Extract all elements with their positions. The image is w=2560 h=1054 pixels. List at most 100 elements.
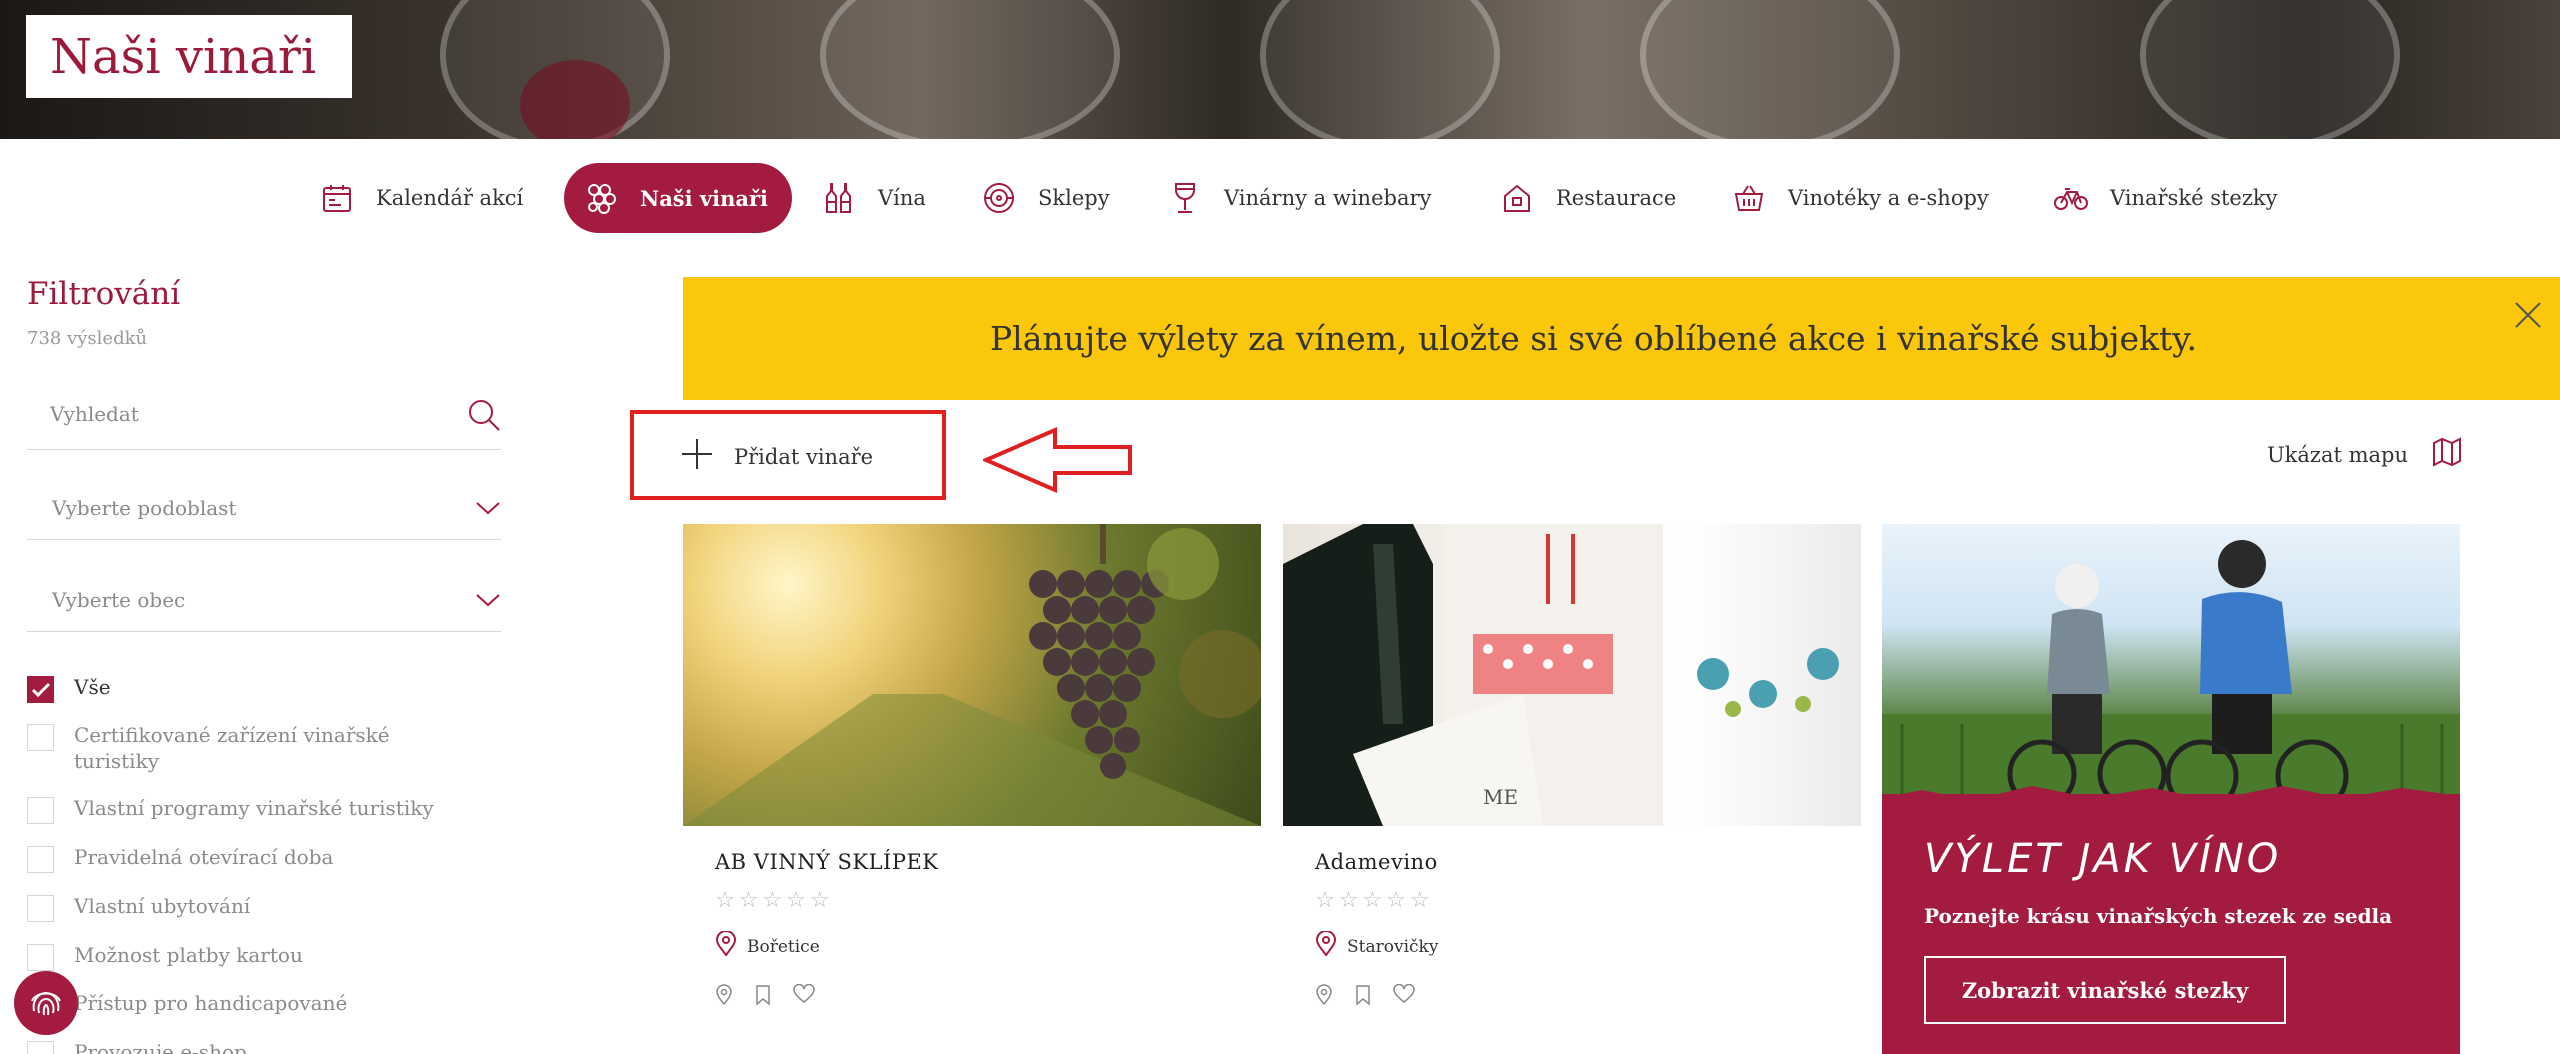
wine-glass-image <box>2140 0 2400 139</box>
fingerprint-icon[interactable] <box>14 971 78 1035</box>
winemaker-card[interactable]: ME Adamevino ☆☆☆☆☆ Starovičky <box>1283 524 1861 1010</box>
checkbox-label: Přístup pro handicapované <box>74 991 348 1015</box>
svg-text:ME: ME <box>1483 785 1518 809</box>
location-pin-icon[interactable] <box>1315 984 1333 1010</box>
promo-title: VÝLET JAK VÍNO <box>1924 836 2282 882</box>
calendar-icon <box>320 181 354 215</box>
chevron-down-icon <box>475 500 501 520</box>
checkbox[interactable] <box>27 1041 54 1054</box>
arrow-left-icon <box>980 426 1133 497</box>
card-location: Bořetice <box>715 930 1261 962</box>
nav-item-stezky[interactable]: Vinařské stezky <box>2054 163 2278 233</box>
promo-subtitle: Poznejte krásu vinařských stezek ze sedl… <box>1924 904 2393 928</box>
card-actions <box>1315 983 1861 1010</box>
plus-icon <box>680 437 714 476</box>
checkbox[interactable] <box>27 797 54 824</box>
checkbox[interactable] <box>27 895 54 922</box>
nav-item-restaurace[interactable]: Restaurace <box>1500 163 1676 233</box>
checkbox-label: Provozuje e-shop <box>74 1040 247 1054</box>
filter-checkbox-card-payment[interactable]: Možnost platby kartou <box>27 942 501 971</box>
chevron-down-icon <box>475 592 501 612</box>
location-pin-icon[interactable] <box>715 984 733 1010</box>
nav-item-calendar[interactable]: Kalendář akcí <box>320 163 523 233</box>
rating-stars[interactable]: ☆☆☆☆☆ <box>715 888 1261 913</box>
filter-checkbox-all[interactable]: Vše <box>27 674 501 703</box>
bicycle-icon <box>2054 181 2088 215</box>
checkbox-label: Vlastní ubytování <box>74 894 251 918</box>
nav-item-label: Vinařské stezky <box>2110 186 2278 210</box>
bottles-icon <box>822 181 856 215</box>
nav-item-vinari[interactable]: Naši vinaři <box>564 163 793 233</box>
card-title[interactable]: AB VINNÝ SKLÍPEK <box>715 850 1261 874</box>
subregion-placeholder: Vyberte podoblast <box>52 496 237 520</box>
card-actions <box>715 983 1261 1010</box>
card-title[interactable]: Adamevino <box>1315 850 1861 874</box>
bookmark-icon[interactable] <box>1355 984 1371 1010</box>
bookmark-icon[interactable] <box>755 984 771 1010</box>
nav-item-label: Sklepy <box>1038 186 1110 210</box>
winemaker-card[interactable]: AB VINNÝ SKLÍPEK ☆☆☆☆☆ Bořetice <box>683 524 1261 1010</box>
basket-icon <box>1732 181 1766 215</box>
barrel-icon <box>982 181 1016 215</box>
promo-banner: Plánujte výlety za vínem, uložte si své … <box>683 277 2560 400</box>
nav-item-label: Vinárny a winebary <box>1224 186 1432 210</box>
filter-checkbox-eshop[interactable]: Provozuje e-shop <box>27 1039 501 1054</box>
nav-item-label: Vinotéky a e-shopy <box>1788 186 1989 210</box>
search-icon[interactable] <box>467 398 501 436</box>
checkbox[interactable] <box>27 944 54 971</box>
checkbox[interactable] <box>27 724 54 751</box>
nav-item-vinarny[interactable]: Vinárny a winebary <box>1168 163 1431 233</box>
banner-text: Plánujte výlety za vínem, uložte si své … <box>989 319 2198 358</box>
location-label: Starovičky <box>1347 936 1439 957</box>
add-winemaker-button[interactable]: Přidat vinaře <box>680 437 873 476</box>
filter-checkbox-accessible[interactable]: Přístup pro handicapované <box>27 990 501 1019</box>
hero-image: Naši vinaři <box>0 0 2560 139</box>
site-logo[interactable]: Naši vinaři <box>26 15 352 98</box>
search-placeholder: Vyhledat <box>50 402 139 426</box>
show-wine-trails-button[interactable]: Zobrazit vinařské stezky <box>1924 956 2286 1024</box>
location-label: Bořetice <box>747 936 820 957</box>
main-navigation: Kalendář akcí Naši vinaři Vína Sklepy Vi… <box>0 163 2560 233</box>
card-image-grapes[interactable] <box>683 524 1261 826</box>
search-input[interactable]: Vyhledat <box>27 390 501 450</box>
promo-image-cyclists <box>1882 524 2460 814</box>
nav-item-label: Vína <box>878 186 926 210</box>
nav-item-vinoteky[interactable]: Vinotéky a e-shopy <box>1732 163 1989 233</box>
site-logo-text: Naši vinaři <box>50 28 317 85</box>
house-icon <box>1500 181 1534 215</box>
checkbox-label: Možnost platby kartou <box>74 943 303 967</box>
nav-item-label: Kalendář akcí <box>376 186 524 210</box>
map-icon <box>2432 437 2462 472</box>
wine-glass-image <box>1260 0 1500 139</box>
filter-checkbox-opening-hours[interactable]: Pravidelná otevírací doba <box>27 844 501 873</box>
wine-glass-image <box>820 0 1120 139</box>
wine-glass-image <box>1640 0 1900 139</box>
card-location: Starovičky <box>1315 930 1861 962</box>
card-image-wine-bottle[interactable]: ME <box>1283 524 1861 826</box>
heart-icon[interactable] <box>793 983 815 1010</box>
checkbox-label: Vše <box>74 675 111 699</box>
heart-icon[interactable] <box>1393 983 1415 1010</box>
location-pin-icon <box>1315 930 1337 962</box>
add-winemaker-label: Přidat vinaře <box>734 444 874 469</box>
filter-title: Filtrování <box>27 276 181 312</box>
nav-item-label: Restaurace <box>1556 186 1677 210</box>
town-select[interactable]: Vyberte obec <box>27 570 501 632</box>
close-icon[interactable] <box>2510 297 2546 333</box>
wine-trails-promo[interactable]: VÝLET JAK VÍNO Poznejte krásu vinařských… <box>1882 524 2460 1054</box>
town-placeholder: Vyberte obec <box>52 588 186 612</box>
subregion-select[interactable]: Vyberte podoblast <box>27 478 501 540</box>
wine-glass-icon <box>1168 181 1202 215</box>
show-map-link[interactable]: Ukázat mapu <box>2267 437 2462 472</box>
show-map-label: Ukázat mapu <box>2266 442 2408 467</box>
nav-item-sklepy[interactable]: Sklepy <box>982 163 1110 233</box>
results-count: 738 výsledků <box>27 328 148 349</box>
filter-checkbox-accommodation[interactable]: Vlastní ubytování <box>27 893 501 922</box>
checkbox-label: Certifikované zařízení vinařské turistik… <box>74 723 390 773</box>
checkbox[interactable] <box>27 846 54 873</box>
rating-stars[interactable]: ☆☆☆☆☆ <box>1315 888 1861 913</box>
nav-item-vina[interactable]: Vína <box>822 163 926 233</box>
filter-checkbox-programs[interactable]: Vlastní programy vinařské turistiky <box>27 795 501 824</box>
checkbox-checked[interactable] <box>27 676 54 703</box>
filter-checkbox-certified[interactable]: Certifikované zařízení vinařské turistik… <box>27 722 501 774</box>
